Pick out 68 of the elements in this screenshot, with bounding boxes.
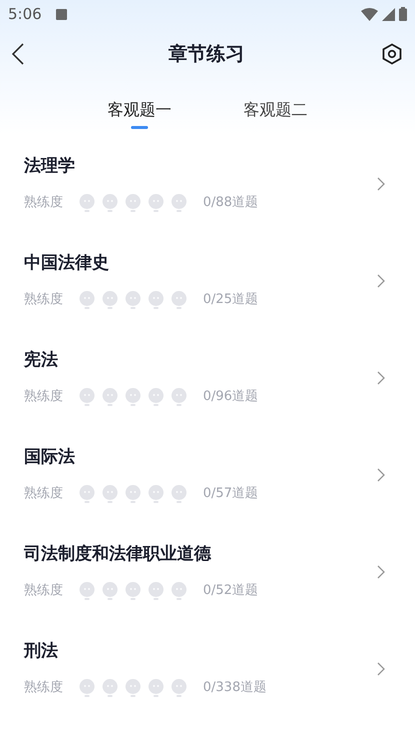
chapter-title: 法理学 [24, 154, 76, 177]
status-time: 5:06 [8, 4, 42, 25]
bulb-icon [125, 388, 141, 406]
bulb-icon [102, 678, 118, 696]
chapter-title: 宪法 [24, 348, 59, 371]
bulb-icon [79, 290, 95, 308]
bulb-icon [171, 388, 187, 406]
bulb-icon [102, 194, 118, 212]
question-count: 0/88道题 [203, 194, 258, 212]
signal-icon [382, 8, 395, 20]
battery-icon [399, 7, 407, 21]
page-title: 章节练习 [168, 42, 244, 67]
chapter-title: 国际法 [24, 446, 76, 468]
bulb-icon [125, 484, 141, 502]
bulb-icon [171, 484, 187, 502]
tab[interactable]: 客观题一 [108, 98, 172, 129]
proficiency-label: 熟练度 [24, 388, 63, 406]
bulb-icon [171, 678, 187, 696]
bulb-icon [171, 194, 187, 212]
chapter-title: 司法制度和法律职业道德 [24, 542, 212, 565]
question-count: 0/338道题 [203, 678, 266, 697]
chapter-item[interactable]: 宪法 熟练度 0/96道题 [0, 329, 415, 426]
chapter-item[interactable]: 国际法 熟练度 0/57道题 [0, 426, 415, 523]
chevron-right-icon [377, 274, 385, 288]
question-count: 0/25道题 [203, 290, 258, 309]
bulb-icon [125, 194, 141, 212]
bulb-icon [148, 678, 164, 696]
proficiency-label: 熟练度 [24, 484, 63, 503]
bulb-icon [148, 582, 164, 600]
bulb-icon [79, 582, 95, 600]
chapter-item[interactable]: 法理学 熟练度 0/88道题 [0, 135, 415, 232]
bulb-icon [125, 290, 141, 308]
tab[interactable]: 客观题二 [244, 98, 308, 129]
question-count: 0/57道题 [203, 484, 258, 503]
chevron-right-icon [377, 370, 385, 384]
bulb-icon [79, 484, 95, 502]
wifi-icon [361, 8, 378, 20]
bulb-icon [148, 194, 164, 212]
bulb-icon [148, 290, 164, 308]
bulb-icon [125, 582, 141, 600]
bulb-icon [102, 582, 118, 600]
chapter-title: 刑法 [24, 640, 59, 662]
chapter-item[interactable]: 刑法 熟练度 0/338道题 [0, 620, 415, 717]
bulb-icon [171, 582, 187, 600]
chapter-title: 中国法律史 [24, 252, 110, 274]
proficiency-label: 熟练度 [24, 678, 63, 697]
proficiency-label: 熟练度 [24, 194, 63, 212]
chapter-item[interactable]: 司法制度和法律职业道德 熟练度 0/52道题 [0, 523, 415, 620]
bulb-icon [171, 290, 187, 308]
chevron-right-icon [377, 564, 385, 578]
bulb-icon [102, 484, 118, 502]
bulb-icon [79, 194, 95, 212]
proficiency-label: 熟练度 [24, 290, 63, 309]
bulb-icon [148, 388, 164, 406]
bulb-icon [79, 388, 95, 406]
question-count: 0/96道题 [203, 388, 258, 406]
bulb-icon [102, 388, 118, 406]
chapter-item[interactable]: 中国法律史 熟练度 0/25道题 [0, 232, 415, 329]
bulb-icon [148, 484, 164, 502]
chevron-right-icon [377, 468, 385, 482]
bulb-icon [102, 290, 118, 308]
bulb-icon [125, 678, 141, 696]
chevron-right-icon [377, 662, 385, 676]
question-count: 0/52道题 [203, 582, 258, 600]
settings-icon[interactable] [381, 43, 403, 65]
proficiency-label: 熟练度 [24, 582, 63, 600]
chevron-right-icon [377, 176, 385, 190]
bulb-icon [79, 678, 95, 696]
